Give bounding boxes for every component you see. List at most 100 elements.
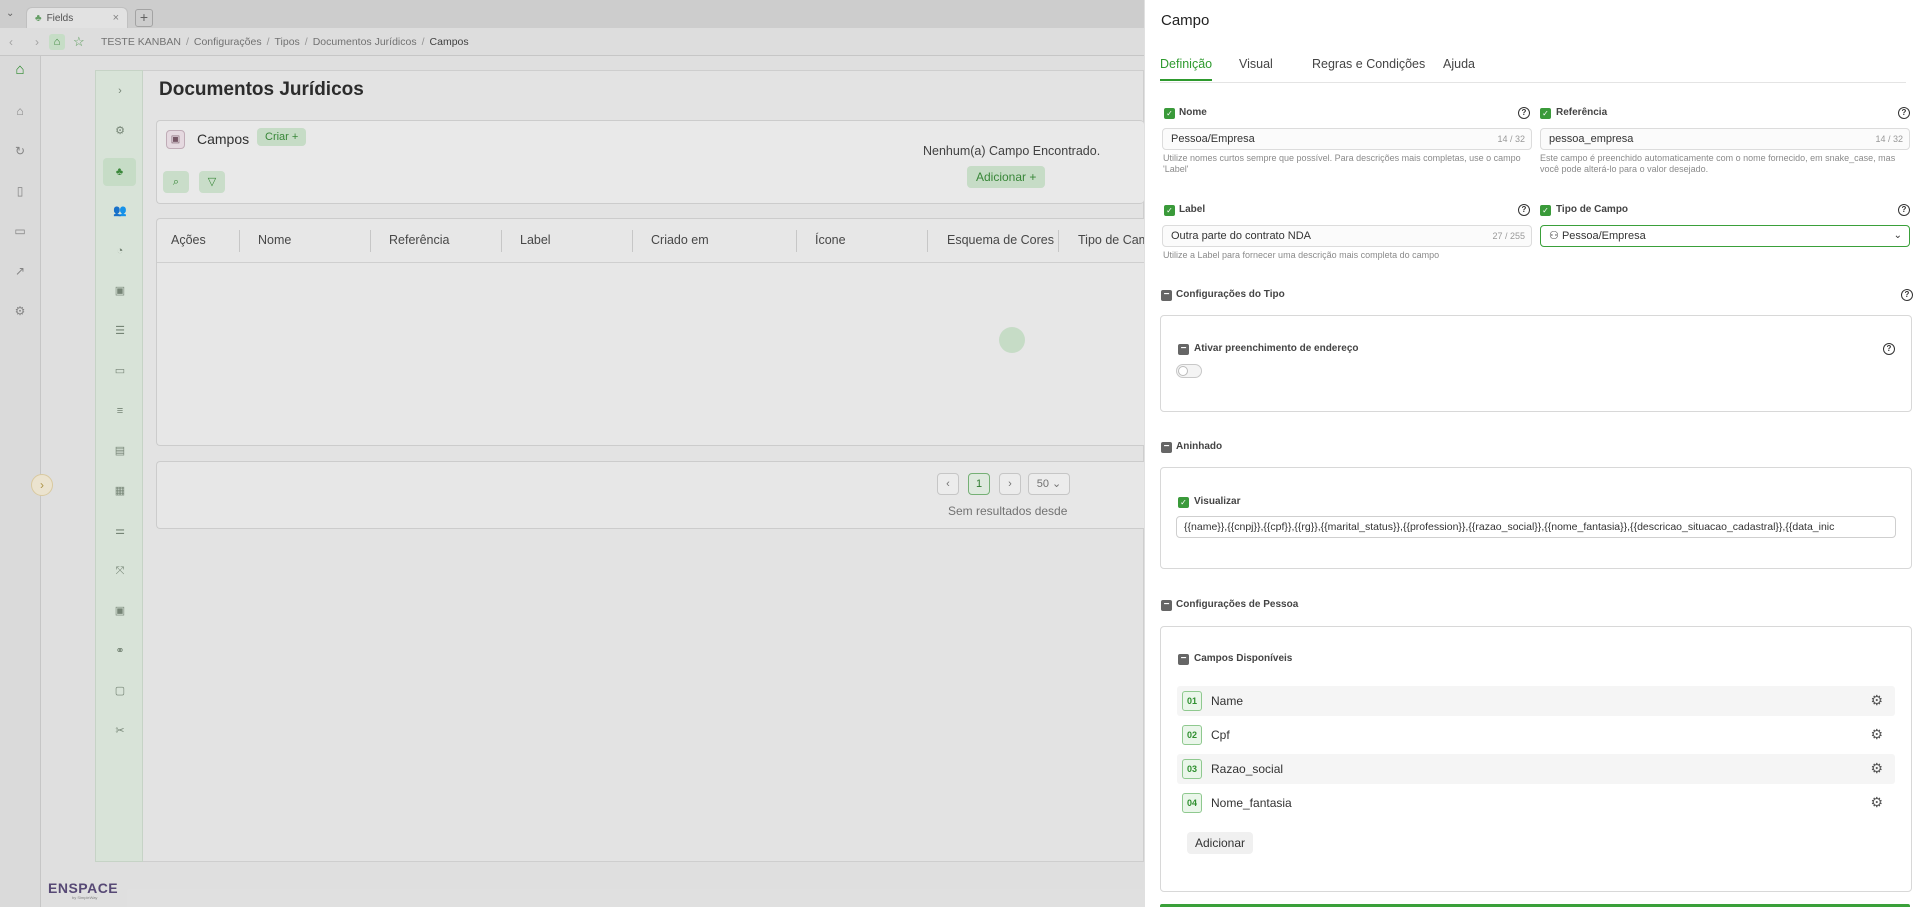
home-icon[interactable]: ⌂ <box>12 62 28 78</box>
search-icon[interactable]: ⌕ <box>163 171 189 193</box>
fields-image-icon: ▣ <box>166 130 185 149</box>
chart-icon[interactable]: ↗ <box>12 263 28 279</box>
help-icon[interactable]: ? <box>1901 289 1913 301</box>
referencia-value: pessoa_empresa <box>1549 133 1634 145</box>
breadcrumb-item[interactable]: Configurações <box>194 36 262 48</box>
expand-sidebar-button[interactable]: › <box>31 474 53 496</box>
help-icon[interactable]: ? <box>1883 343 1895 355</box>
collapse-icon[interactable]: − <box>1161 290 1172 301</box>
breadcrumb-item[interactable]: Documentos Jurídicos <box>313 36 417 48</box>
gear-icon[interactable]: ⚙ <box>1870 794 1883 811</box>
tab-regras[interactable]: Regras e Condições <box>1312 57 1425 79</box>
visualizar-input[interactable]: {{name}},{{cnpj}},{{cpf}},{{rg}},{{marit… <box>1176 516 1896 538</box>
breadcrumb-item[interactable]: TESTE KANBAN <box>101 36 181 48</box>
browser-tab[interactable]: ♣ Fields × <box>26 7 128 29</box>
help-icon[interactable]: ? <box>1898 204 1910 216</box>
tab-definicao[interactable]: Definição <box>1160 57 1213 81</box>
referencia-checkbox[interactable]: ✓ <box>1540 108 1551 119</box>
fields-card-title: Campos <box>197 131 250 147</box>
browser-tab-title: Fields <box>46 13 74 24</box>
column-header[interactable]: Referência <box>389 233 449 247</box>
search-doc-icon[interactable]: ▢ <box>112 683 128 699</box>
list-icon[interactable]: ☰ <box>112 323 128 339</box>
column-header[interactable]: Ações <box>171 233 206 247</box>
collapse-icon[interactable]: − <box>1178 654 1189 665</box>
close-icon[interactable]: × <box>113 12 119 24</box>
column-header[interactable]: Criado em <box>651 233 709 247</box>
tipo-select[interactable]: ⚇ Pessoa/Empresa ⌄ <box>1540 225 1910 247</box>
referencia-label: Referência <box>1556 107 1608 118</box>
collapse-icon[interactable]: − <box>1161 600 1172 611</box>
add-field-button[interactable]: Adicionar + <box>967 166 1046 188</box>
chevron-right-icon[interactable]: › <box>112 83 128 99</box>
list-item[interactable]: 04 Nome_fantasia ⚙ <box>1177 788 1895 818</box>
prev-page-button[interactable]: ‹ <box>937 473 959 495</box>
calendar-icon[interactable]: ▭ <box>12 223 28 239</box>
visualizar-checkbox[interactable]: ✓ <box>1178 497 1189 508</box>
label-value: Outra parte do contrato NDA <box>1171 230 1312 242</box>
list-item[interactable]: 02 Cpf ⚙ <box>1177 720 1895 750</box>
gear-icon[interactable]: ⚙ <box>1870 760 1883 777</box>
breadcrumb-item[interactable]: Tipos <box>275 36 300 48</box>
connection-icon[interactable]: ⚭ <box>112 643 128 659</box>
label-input[interactable]: Outra parte do contrato NDA 27 / 255 <box>1162 225 1532 247</box>
tipo-checkbox[interactable]: ✓ <box>1540 205 1551 216</box>
collapse-icon[interactable]: − <box>1178 344 1189 355</box>
column-header[interactable]: Label <box>520 233 551 247</box>
column-header[interactable]: Ícone <box>815 233 846 247</box>
list-item[interactable]: 01 Name ⚙ <box>1177 686 1895 716</box>
nome-input[interactable]: Pessoa/Empresa 14 / 32 <box>1162 128 1532 150</box>
config-sidebar: › ⚙ ♣ 👥 ◔ ▣ ☰ ▭ ≡ ▤ ▦ ⚌ ⤧ ▣ ⚭ ▢ ✂ <box>95 70 143 862</box>
column-header[interactable]: Nome <box>258 233 291 247</box>
refresh-icon[interactable]: ↻ <box>12 143 28 159</box>
calendar-icon[interactable]: ▦ <box>112 483 128 499</box>
page-number[interactable]: 1 <box>968 473 990 495</box>
house-icon[interactable]: ⌂ <box>12 103 28 119</box>
expand-icon[interactable]: ⤧ <box>112 563 128 579</box>
gear-icon[interactable]: ⚙ <box>1870 692 1883 709</box>
tab-list-chevron-icon[interactable]: ⌄ <box>6 8 14 19</box>
help-icon[interactable]: ? <box>1898 107 1910 119</box>
nome-char-count: 14 / 32 <box>1497 134 1525 144</box>
gear-icon[interactable]: ⚙ <box>112 123 128 139</box>
chevron-down-icon: ⌄ <box>1052 478 1062 490</box>
next-page-button[interactable]: › <box>999 473 1021 495</box>
help-icon[interactable]: ? <box>1518 204 1530 216</box>
stack-icon[interactable]: ▤ <box>112 443 128 459</box>
column-header[interactable]: Tipo de Cam <box>1078 233 1149 247</box>
star-icon[interactable]: ☆ <box>73 34 85 50</box>
filter-icon[interactable]: ▽ <box>199 171 225 193</box>
back-icon[interactable]: ‹ <box>9 35 13 49</box>
menu-icon[interactable]: ≡ <box>112 403 128 419</box>
fields-icon[interactable]: ♣ <box>103 158 136 186</box>
pagination-note: Sem resultados desde <box>948 504 1068 518</box>
monitor-icon[interactable]: ▭ <box>112 363 128 379</box>
referencia-input[interactable]: pessoa_empresa 14 / 32 <box>1540 128 1910 150</box>
document-icon[interactable]: ▯ <box>12 183 28 199</box>
users-icon[interactable]: 👥 <box>112 203 128 219</box>
palette-icon[interactable]: ◔ <box>112 243 128 259</box>
list-item[interactable]: 03 Razao_social ⚙ <box>1177 754 1895 784</box>
save-icon[interactable]: ▣ <box>112 603 128 619</box>
new-tab-button[interactable]: + <box>135 9 153 27</box>
tools-icon[interactable]: ✂ <box>112 723 128 739</box>
add-field-button[interactable]: Adicionar <box>1187 832 1254 854</box>
collapse-icon[interactable]: − <box>1161 442 1172 453</box>
column-header[interactable]: Esquema de Cores <box>947 233 1054 247</box>
address-autofill-toggle[interactable] <box>1176 364 1202 378</box>
home-icon[interactable]: ⌂ <box>49 34 65 50</box>
badge-icon[interactable]: ▣ <box>112 283 128 299</box>
sliders-icon[interactable]: ⚌ <box>112 523 128 539</box>
gear-icon[interactable]: ⚙ <box>12 303 28 319</box>
gear-icon[interactable]: ⚙ <box>1870 726 1883 743</box>
leaf-icon: ♣ <box>35 13 42 24</box>
page-size-select[interactable]: 50 ⌄ <box>1028 473 1070 495</box>
label-checkbox[interactable]: ✓ <box>1164 205 1175 216</box>
create-button[interactable]: Criar + <box>257 128 307 146</box>
tab-visual[interactable]: Visual <box>1239 57 1273 79</box>
tab-ajuda[interactable]: Ajuda <box>1443 57 1475 79</box>
help-icon[interactable]: ? <box>1518 107 1530 119</box>
nome-checkbox[interactable]: ✓ <box>1164 108 1175 119</box>
section-title: Configurações de Pessoa <box>1176 599 1299 610</box>
forward-icon[interactable]: › <box>35 35 39 49</box>
